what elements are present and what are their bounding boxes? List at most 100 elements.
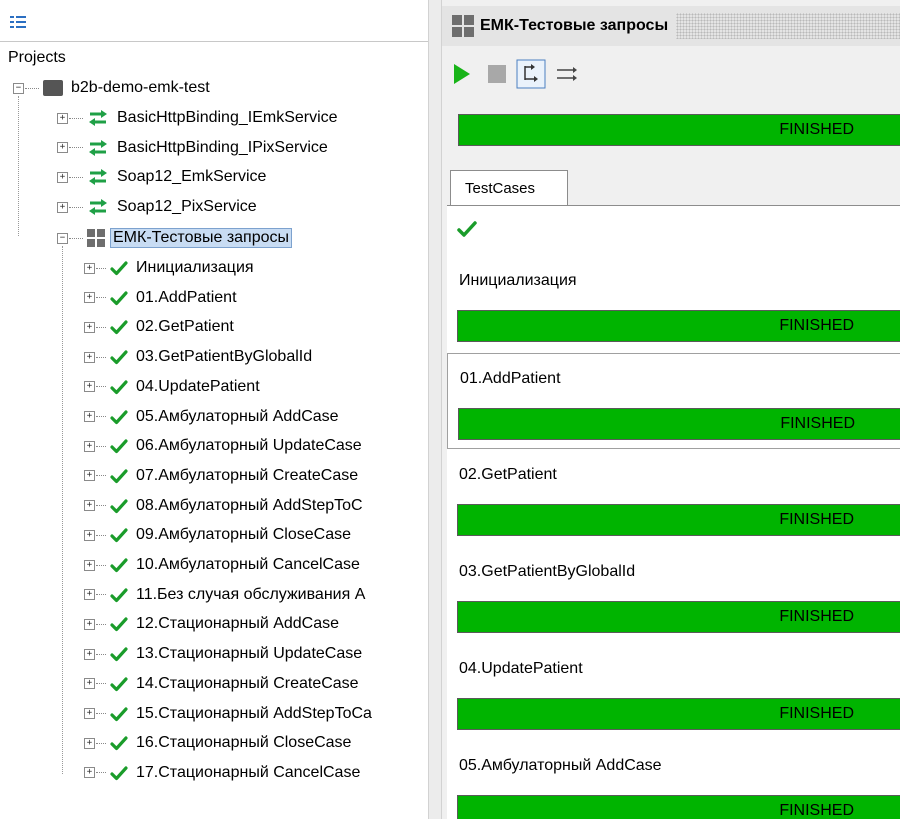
tree-item-testsuite[interactable]: − ЕМК-Тестовые запросы [57,224,293,252]
tree-connector [69,176,83,178]
expand-toggle[interactable]: + [57,201,68,213]
testcase-result-name: 02.GetPatient [459,466,557,483]
testcase-status-text: FINISHED [779,511,854,528]
tree-connector [62,246,63,774]
tree-item-testcase[interactable]: +05.Амбулаторный AddCase [84,403,339,431]
testcase-result-item[interactable]: 04.UpdatePatient FINISHED [447,644,900,740]
testcase-label: 13.Стационарный UpdateCase [136,645,363,663]
tree-item-testcase[interactable]: +16.Стационарный CloseCase [84,729,351,757]
tree-item-testcase[interactable]: +09.Амбулаторный CloseCase [84,521,351,549]
expand-toggle[interactable]: + [84,292,95,304]
interface-label: Soap12_EmkService [117,168,267,186]
expand-toggle[interactable]: + [84,351,95,363]
testcase-label: 01.AddPatient [136,288,237,306]
editor-title: ЕМК-Тестовые запросы [480,17,669,34]
testcase-label: 17.Стационарный CancelCase [136,763,361,781]
tree-item-testcase[interactable]: +17.Стационарный CancelCase [84,759,360,787]
tree-connector [96,386,106,388]
expand-toggle[interactable]: + [84,648,95,660]
tree-item-testcase[interactable]: +11.Без случая обслуживания А [84,581,365,609]
testcase-label: 09.Амбулаторный CloseCase [136,526,351,544]
expand-toggle[interactable]: + [84,262,95,274]
tree-item-interface[interactable]: + BasicHttpBinding_IEmkService [57,104,338,132]
tree-item-testcase[interactable]: +04.UpdatePatient [84,373,260,401]
success-check-icon [457,221,477,237]
collapse-toggle[interactable]: − [13,82,24,94]
expand-toggle[interactable]: + [57,142,68,154]
expand-toggle[interactable]: + [84,321,95,333]
tree-connector [96,683,106,685]
tree-item-testcase[interactable]: +03.GetPatientByGlobalId [84,343,312,371]
testcase-result-item[interactable]: Инициализация FINISHED [447,256,900,352]
expand-toggle[interactable]: + [84,559,95,571]
expand-toggle[interactable]: + [84,470,95,482]
collapse-toggle[interactable]: − [57,232,68,244]
success-check-icon [110,320,128,335]
testcase-label: 10.Амбулаторный CancelCase [136,556,360,573]
testsuite-icon [87,229,105,247]
tree-item-project[interactable]: − b2b-demo-emk-test [13,74,210,102]
testcase-label: 15.Стационарный AddStepToCa [136,704,372,722]
tree-item-interface[interactable]: + Soap12_PixService [57,193,257,221]
projects-root-label[interactable]: Projects [8,49,66,67]
interface-arrows-icon [89,139,107,156]
tree-item-interface[interactable]: + Soap12_EmkService [57,163,266,191]
tree-item-testcase[interactable]: + Инициализация [84,254,254,282]
tree-item-testcase[interactable]: +02.GetPatient [84,313,234,341]
tree-item-testcase[interactable]: +08.Амбулаторный AddStepToC [84,492,363,520]
success-check-icon [110,439,128,454]
tree-connector [96,326,106,328]
tree-item-testcase[interactable]: +14.Стационарный CreateCase [84,670,359,698]
tree-item-interface[interactable]: + BasicHttpBinding_IPixService [57,134,328,162]
expand-toggle[interactable]: + [84,767,95,779]
expand-toggle[interactable]: + [84,440,95,452]
expand-toggle[interactable]: + [57,112,68,124]
navigator-toolbar [0,0,428,42]
tab-testcases[interactable]: TestCases [450,170,568,206]
interface-label: BasicHttpBinding_IPixService [117,138,328,156]
tree-connector [96,475,106,477]
editor-title-bar[interactable]: ЕМК-Тестовые запросы [442,6,900,46]
testcase-result-item[interactable]: 03.GetPatientByGlobalId FINISHED [447,547,900,643]
tree-connector [69,206,83,208]
tree-connector [96,594,106,596]
expand-toggle[interactable]: + [84,618,95,630]
expand-toggle[interactable]: + [84,678,95,690]
tree-item-testcase[interactable]: +07.Амбулаторный CreateCase [84,462,358,490]
tree-connector [96,445,106,447]
testcase-label: 04.UpdatePatient [136,377,260,395]
parallel-run-icon[interactable] [554,62,580,86]
tree-item-testcase[interactable]: +01.AddPatient [84,284,237,312]
list-view-icon[interactable] [10,16,26,28]
expand-toggle[interactable]: + [84,411,95,422]
tree-item-testcase[interactable]: +13.Стационарный UpdateCase [84,640,362,668]
navigator-panel: Projects − b2b-demo-emk-test + BasicHttpB… [0,0,428,819]
stop-icon[interactable] [486,62,508,86]
expand-toggle[interactable]: + [84,737,95,749]
success-check-icon [110,528,128,543]
success-check-icon [110,588,128,602]
testcase-result-item[interactable]: 01.AddPatient FINISHED [447,353,900,449]
expand-toggle[interactable]: + [84,500,95,512]
testcase-label: 02.GetPatient [136,318,234,336]
tree-connector [96,267,106,269]
testcase-progress-bar: FINISHED [457,504,900,536]
expand-toggle[interactable]: + [57,171,68,183]
testcase-result-item[interactable]: 02.GetPatient FINISHED [447,450,900,546]
testcase-result-name: 01.AddPatient [460,370,561,387]
tree-item-testcase[interactable]: +06.Амбулаторный UpdateCase [84,432,362,460]
expand-toggle[interactable]: + [84,708,95,719]
panel-splitter[interactable] [428,0,442,819]
testcase-result-item[interactable]: 05.Амбулаторный AddCase FINISHED [447,741,900,819]
sequential-run-icon[interactable] [516,59,546,89]
tree-item-testcase[interactable]: +15.Стационарный AddStepToCa [84,700,372,728]
run-play-icon[interactable] [452,62,472,86]
expand-toggle[interactable]: + [84,381,95,393]
tree-item-testcase[interactable]: +10.Амбулаторный CancelCase [84,551,360,579]
tree-item-testcase[interactable]: +12.Стационарный AddCase [84,610,339,638]
expand-toggle[interactable]: + [84,529,95,541]
success-check-icon [110,677,128,691]
tree-connector [96,356,106,358]
success-check-icon [110,558,128,573]
expand-toggle[interactable]: + [84,589,95,601]
